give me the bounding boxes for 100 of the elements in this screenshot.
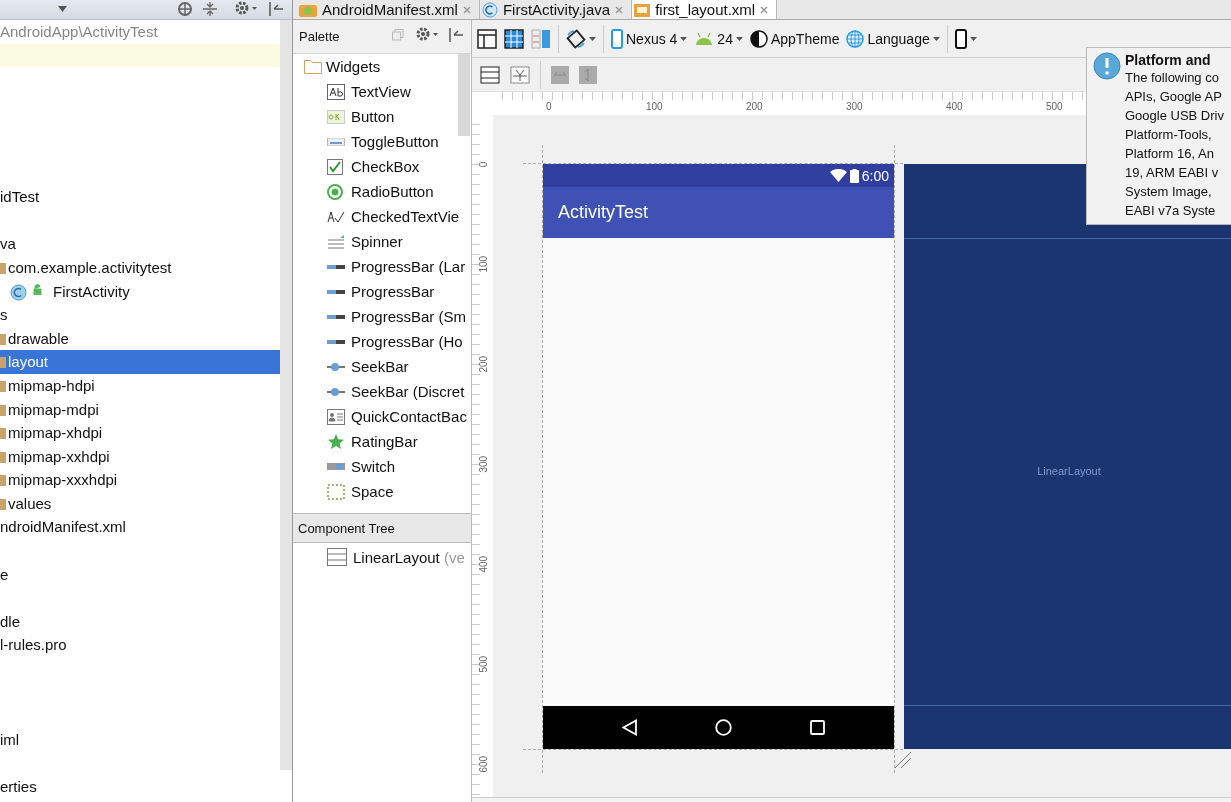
device-preview-button[interactable] (954, 28, 977, 49)
progress-widget-icon (327, 339, 345, 344)
palette-item[interactable]: SeekBar (Discret (293, 379, 471, 404)
editor-tab[interactable]: FirstActivity.java (479, 0, 633, 19)
orientation-button[interactable] (566, 28, 596, 49)
tree-item[interactable]: va (0, 232, 280, 256)
palette-item[interactable]: ProgressBar (Ho (293, 329, 471, 354)
ruler-label: 400 (477, 556, 489, 573)
palette-item[interactable]: ProgressBar (Sm (293, 304, 471, 329)
palette-item[interactable]: Spinner (293, 229, 471, 254)
editor-tab[interactable]: first_layout.xml (632, 0, 778, 19)
palette-item[interactable]: ProgressBar (293, 279, 471, 304)
progress-widget-icon (327, 314, 345, 319)
tree-item[interactable]: AndroidApp\ActivityTest (0, 20, 280, 44)
tree-item[interactable]: mipmap-hdpi (0, 373, 280, 398)
tree-item[interactable]: s (0, 303, 280, 327)
space-widget-icon (327, 483, 345, 500)
theme-button[interactable]: AppTheme (749, 29, 840, 48)
ruler-label: 500 (477, 656, 489, 673)
baseline-icon[interactable] (510, 65, 530, 84)
tree-item[interactable]: dle (0, 609, 280, 634)
collapse-icon[interactable] (203, 1, 217, 17)
expand-vertical-icon[interactable] (579, 65, 597, 84)
expand-horizontal-icon[interactable] (551, 65, 569, 84)
scrollbar[interactable] (458, 54, 470, 136)
tree-item[interactable]: FirstActivity (0, 279, 280, 304)
both-views-icon[interactable] (531, 28, 551, 49)
palette-item[interactable]: ProgressBar (Lar (293, 254, 471, 279)
rating-widget-icon (327, 433, 345, 450)
ruler-label: 200 (746, 101, 763, 112)
tree-item[interactable]: mipmap-xxxhdpi (0, 468, 280, 492)
tree-item[interactable]: mipmap-xxhdpi (0, 444, 280, 469)
phone-screen[interactable]: 6:00 ActivityTest (543, 164, 894, 749)
lock-icon (32, 283, 43, 295)
palette-item[interactable]: RatingBar (293, 429, 471, 454)
tree-item[interactable]: com.example.activitytest (0, 255, 280, 280)
close-icon[interactable] (760, 5, 769, 14)
design-view-icon[interactable] (477, 28, 497, 49)
seekbar-widget-icon (327, 362, 345, 371)
tree-item[interactable]: layout (0, 350, 280, 374)
ruler-label: 400 (946, 101, 963, 112)
editor-tab[interactable]: AndroidManifest.xml (297, 0, 480, 19)
class-icon (481, 1, 498, 18)
tree-item[interactable]: drawable (0, 326, 280, 351)
tree-item[interactable]: e (0, 562, 280, 587)
settings-icon[interactable] (234, 0, 258, 16)
palette-group[interactable]: Widgets (326, 58, 381, 75)
tree-item[interactable]: mipmap-mdpi (0, 397, 280, 422)
button-widget-icon (327, 108, 345, 125)
device-dropdown[interactable]: Nexus 4 (611, 28, 688, 49)
ruler-label: 500 (1046, 101, 1063, 112)
caret-icon (680, 36, 688, 41)
contact-widget-icon (327, 408, 345, 425)
tree-item[interactable]: idTest (0, 185, 280, 209)
home-icon[interactable] (715, 719, 733, 736)
palette-item[interactable]: ToggleButton (293, 129, 471, 154)
contrast-icon (749, 29, 768, 48)
back-icon[interactable] (621, 719, 638, 736)
ruler-label: 600 (477, 756, 489, 773)
ruler-label: 300 (846, 101, 863, 112)
dropdown-icon[interactable] (58, 6, 67, 12)
ruler-label: 100 (477, 256, 489, 273)
blueprint-view-icon[interactable] (504, 28, 524, 49)
spinner-widget-icon (327, 234, 345, 249)
tree-item[interactable]: erties (0, 775, 280, 799)
list-icon[interactable] (480, 65, 500, 84)
palette-item[interactable]: Button (293, 104, 471, 129)
progress-widget-icon (327, 289, 345, 294)
panel-title: Component Tree (298, 520, 395, 536)
tree-item[interactable]: values (0, 491, 280, 516)
hide-icon[interactable] (448, 27, 464, 43)
palette-item[interactable]: RadioButton (293, 179, 471, 204)
notification-title: Platform and (1125, 52, 1212, 68)
scrollbar[interactable] (280, 20, 292, 770)
panel-title: Palette (299, 29, 340, 44)
settings-icon[interactable] (415, 26, 439, 42)
switch-widget-icon (327, 463, 345, 470)
component-tree-item[interactable]: LinearLayout (ve (293, 543, 471, 571)
recents-icon[interactable] (810, 720, 826, 735)
palette-item[interactable]: CheckBox (293, 154, 471, 179)
palette-item[interactable]: Switch (293, 454, 471, 479)
radio-widget-icon (327, 183, 345, 200)
tree-item[interactable]: l-rules.pro (0, 633, 280, 658)
language-dropdown[interactable]: Language (846, 29, 940, 48)
locate-icon[interactable] (177, 1, 193, 17)
api-level-dropdown[interactable]: 24 (694, 30, 743, 47)
palette-item[interactable]: Space (293, 479, 471, 504)
resize-handle-icon[interactable] (894, 751, 912, 769)
tree-item[interactable]: mipmap-xhdpi (0, 421, 280, 445)
palette-item[interactable]: QuickContactBac (293, 404, 471, 429)
layout-file-icon (634, 2, 651, 17)
hide-icon[interactable] (268, 1, 284, 17)
palette-item[interactable]: TextView (293, 79, 471, 104)
ruler-label: 100 (646, 101, 663, 112)
caret-icon (969, 36, 977, 41)
phone-icon (611, 28, 623, 49)
tree-item[interactable]: ndroidManifest.xml (0, 515, 280, 540)
palette-item[interactable]: CheckedTextVie (293, 204, 471, 229)
palette-item[interactable]: SeekBar (293, 354, 471, 379)
tree-item[interactable]: iml (0, 727, 280, 752)
